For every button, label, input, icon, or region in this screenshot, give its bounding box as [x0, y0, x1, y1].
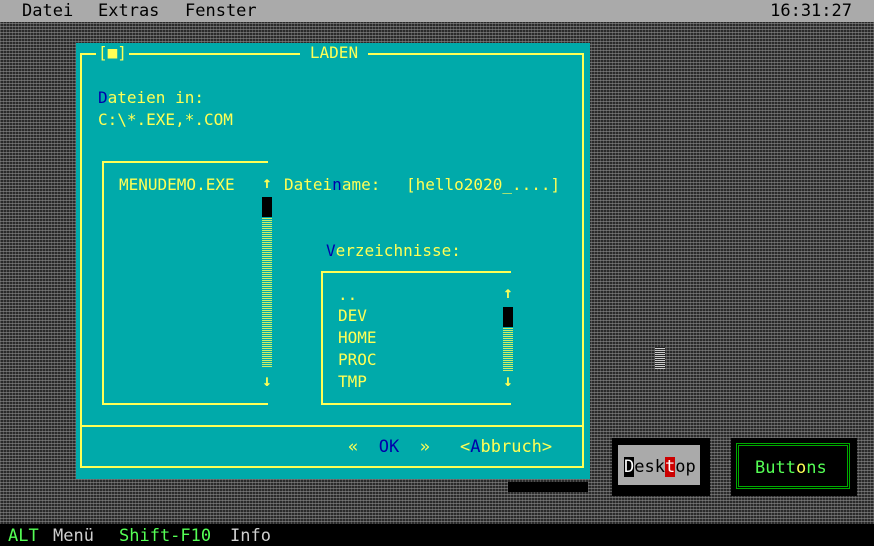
buttons-button-label-end: ns: [806, 458, 827, 478]
dir-item[interactable]: ..: [338, 285, 357, 304]
desktop-button-label-mid: esk: [634, 457, 665, 477]
desktop-button-label: Desktop: [624, 457, 696, 477]
load-dialog: [■] LADEN Dateien in: C:\*.EXE,*.COM MEN…: [76, 43, 590, 479]
filename-input[interactable]: [hello2020_....]: [406, 175, 560, 194]
filename-label-text: Datei: [284, 175, 333, 194]
buttons-button-hotkey: o: [795, 458, 807, 478]
filename-label-hotkey: n: [332, 175, 342, 194]
files-scrollbar[interactable]: ↑ ↓: [262, 173, 272, 391]
dir-item[interactable]: TMP: [338, 372, 367, 391]
files-listbox[interactable]: [102, 161, 268, 405]
directories-label-hotkey: V: [326, 241, 336, 260]
filename-label-text-end: ame:: [341, 175, 381, 194]
ok-right-marker: »: [419, 437, 430, 457]
scroll-thumb[interactable]: [262, 197, 272, 217]
button-divider: [82, 425, 582, 427]
window-shadow: [508, 482, 588, 492]
buttons-button-label-start: Butt: [755, 458, 796, 478]
cancel-label: bbruch>: [480, 437, 553, 457]
dir-item[interactable]: HOME: [338, 328, 377, 347]
dialog-title: LADEN: [300, 43, 368, 63]
dir-item[interactable]: DEV: [338, 306, 367, 325]
scroll-track[interactable]: [262, 217, 272, 367]
menu-bar: Datei Extras Fenster 16:31:27: [0, 0, 874, 22]
menu-datei[interactable]: Datei: [22, 1, 73, 21]
file-item[interactable]: MENUDEMO.EXE: [119, 175, 235, 194]
scroll-up-arrow-icon[interactable]: ↑: [501, 283, 515, 302]
clock: 16:31:27: [770, 1, 852, 21]
status-bar: ALT Menü Shift-F10 Info: [0, 524, 874, 546]
desktop-button-label-first: D: [624, 457, 635, 477]
cancel-hotkey: A: [470, 437, 481, 457]
desktop-button-hotkey: t: [664, 457, 676, 477]
filename-label: Dateiname:: [284, 175, 380, 194]
scroll-up-arrow-icon[interactable]: ↑: [260, 173, 274, 192]
directories-label-text: erzeichnisse:: [335, 241, 461, 260]
scroll-down-arrow-icon[interactable]: ↓: [501, 371, 515, 390]
buttons-button[interactable]: Buttons: [736, 443, 850, 489]
menu-fenster[interactable]: Fenster: [185, 1, 257, 21]
dir-item[interactable]: PROC: [338, 350, 377, 369]
desktop-pattern-glyph: [655, 347, 665, 369]
desktop-button[interactable]: Desktop: [616, 443, 702, 487]
buttons-button-label: Buttons: [755, 458, 827, 478]
files-label-hotkey: D: [98, 88, 108, 107]
directories-label: Verzeichnisse:: [326, 241, 461, 260]
close-button[interactable]: [■]: [96, 43, 129, 63]
ok-button[interactable]: « OK »: [348, 437, 430, 457]
status-alt-key[interactable]: ALT: [8, 526, 39, 546]
status-f10-label: Info: [230, 526, 271, 546]
cancel-open: <: [460, 437, 471, 457]
directories-scrollbar[interactable]: ↑ ↓: [503, 283, 513, 393]
current-path: C:\*.EXE,*.COM: [98, 110, 233, 129]
files-label-text: ateien in:: [107, 88, 204, 107]
desktop-button-label-end: op: [675, 457, 696, 477]
status-f10-key[interactable]: Shift-F10: [119, 526, 211, 546]
status-alt-label: Menü: [53, 526, 94, 546]
cancel-button[interactable]: <Abbruch>: [460, 437, 552, 457]
ok-left-marker: «: [348, 437, 359, 457]
menu-extras[interactable]: Extras: [98, 1, 159, 21]
scroll-down-arrow-icon[interactable]: ↓: [260, 371, 274, 390]
scroll-track[interactable]: [503, 327, 513, 371]
scroll-thumb[interactable]: [503, 307, 513, 327]
ok-label: OK: [378, 437, 400, 457]
files-label: Dateien in:: [98, 88, 204, 107]
